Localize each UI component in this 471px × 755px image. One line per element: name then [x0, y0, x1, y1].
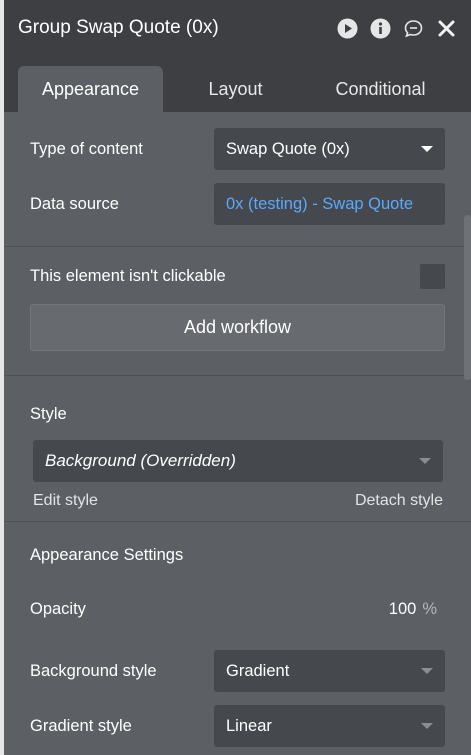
data-source-row: Data source 0x (testing) - Swap Quote: [4, 183, 471, 225]
tab-layout[interactable]: Layout: [163, 66, 308, 112]
opacity-value: 100: [388, 599, 417, 618]
clickable-row: This element isn't clickable: [4, 262, 471, 290]
appearance-settings-heading: Appearance Settings: [30, 545, 184, 564]
style-dropdown[interactable]: Background (Overridden): [33, 440, 443, 482]
type-of-content-label: Type of content: [30, 139, 143, 158]
play-icon[interactable]: [337, 18, 358, 39]
background-style-dropdown[interactable]: Gradient: [214, 650, 445, 692]
panel-scrollbar[interactable]: [464, 215, 471, 380]
background-style-value: Gradient: [226, 661, 290, 680]
titlebar-icons: [337, 18, 457, 39]
close-icon[interactable]: [436, 18, 457, 39]
comment-icon[interactable]: [403, 18, 424, 39]
gradient-style-value: Linear: [226, 716, 272, 735]
opacity-unit: %: [422, 599, 437, 618]
type-of-content-value: Swap Quote (0x): [226, 139, 350, 158]
not-clickable-checkbox[interactable]: [420, 263, 445, 289]
type-of-content-row: Type of content Swap Quote (0x): [4, 128, 471, 170]
chevron-down-icon: [421, 146, 433, 152]
edit-style-link[interactable]: Edit style: [33, 492, 98, 510]
panel-title: Group Swap Quote (0x): [18, 17, 219, 38]
style-actions: Edit style Detach style: [4, 492, 471, 510]
style-value: Background (Overridden): [45, 451, 236, 470]
opacity-label: Opacity: [30, 599, 86, 618]
type-of-content-dropdown[interactable]: Swap Quote (0x): [214, 128, 445, 170]
chevron-down-icon: [421, 668, 433, 674]
detach-style-link[interactable]: Detach style: [355, 492, 443, 510]
info-icon[interactable]: [370, 18, 391, 39]
panel-titlebar[interactable]: Group Swap Quote (0x): [4, 0, 471, 56]
opacity-row: Opacity 100 %: [4, 588, 471, 630]
gradient-style-dropdown[interactable]: Linear: [214, 705, 445, 747]
gradient-style-label: Gradient style: [30, 716, 132, 735]
data-source-field[interactable]: 0x (testing) - Swap Quote: [214, 183, 445, 225]
gradient-style-row: Gradient style Linear: [4, 705, 471, 747]
chevron-down-icon: [421, 723, 433, 729]
data-source-label: Data source: [30, 194, 119, 213]
data-source-value: 0x (testing) - Swap Quote: [226, 194, 414, 213]
background-style-label: Background style: [30, 661, 157, 680]
property-editor-panel: Group Swap Quote (0x) Appearance Layout …: [4, 0, 471, 755]
style-heading-row: Style: [4, 403, 471, 425]
tab-bar: Appearance Layout Conditional: [4, 56, 471, 112]
chevron-down-icon: [419, 458, 431, 464]
tab-conditional[interactable]: Conditional: [308, 66, 453, 112]
add-workflow-button[interactable]: Add workflow: [30, 304, 445, 351]
opacity-input[interactable]: 100 %: [377, 588, 445, 630]
appearance-settings-heading-row: Appearance Settings: [4, 544, 471, 566]
tab-appearance[interactable]: Appearance: [18, 66, 163, 112]
background-style-row: Background style Gradient: [4, 650, 471, 692]
style-heading: Style: [30, 404, 67, 423]
not-clickable-label: This element isn't clickable: [30, 266, 226, 285]
